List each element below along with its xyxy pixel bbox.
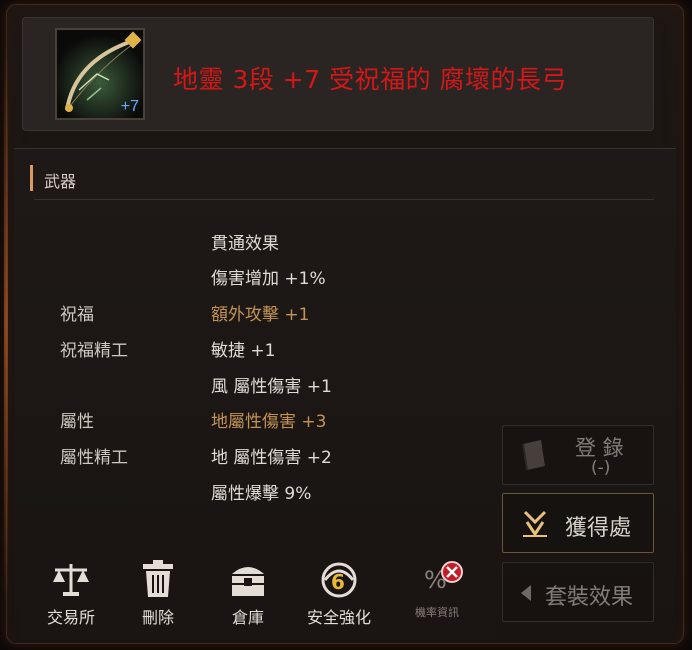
stat-value: 貫通效果 (211, 234, 279, 254)
triangle-left-icon (521, 585, 531, 601)
item-name: 地靈 3段 +7 受祝福的 腐壞的長弓 (173, 65, 568, 94)
set-effect-label: 套裝效果 (545, 585, 634, 610)
stat-value: 地 屬性傷害 +2 (211, 448, 332, 468)
item-header: +7 地靈 3段 +7 受祝福的 腐壞的長弓 (22, 17, 654, 131)
safe-enhance-badge: 6 (331, 570, 345, 594)
rate-info-label: 機率資訊 (415, 606, 459, 619)
acquisition-label: 獲得處 (565, 516, 632, 541)
delete-label: 刪除 (141, 608, 174, 627)
stat-value: 地屬性傷害 +3 (211, 412, 327, 432)
stat-name: 屬性精工 (60, 448, 128, 468)
delete-button[interactable]: 刪除 (113, 560, 203, 628)
stat-name: 祝福精工 (60, 341, 128, 361)
scale-icon (53, 564, 89, 596)
register-button[interactable]: 登 錄 (-) (502, 425, 654, 485)
stat-name: 祝福 (60, 305, 94, 325)
register-count: (-) (591, 458, 611, 478)
longbow-icon[interactable]: +7 (55, 28, 145, 120)
divider (34, 199, 654, 200)
enhance-badge: +7 (120, 98, 139, 115)
acquisition-icon (523, 510, 547, 537)
book-icon (522, 440, 545, 471)
stat-name: 屬性 (60, 412, 94, 432)
safe-enhance-button[interactable]: 6 安全強化 (294, 560, 384, 628)
warehouse-button[interactable]: 倉庫 (203, 560, 293, 628)
acquisition-button[interactable]: 獲得處 (502, 493, 654, 553)
stat-value: 敏捷 +1 (211, 341, 276, 361)
warehouse-label: 倉庫 (231, 608, 264, 627)
set-effect-button[interactable]: 套裝效果 (502, 562, 654, 622)
stat-value: 傷害增加 +1% (211, 269, 326, 289)
category-label: 武器 (44, 172, 77, 191)
exchange-label: 交易所 (46, 608, 95, 627)
trash-icon (143, 560, 173, 597)
close-icon (441, 561, 463, 583)
stat-value: 屬性爆擊 9% (211, 484, 312, 504)
category-marker (30, 165, 33, 191)
exchange-button[interactable]: 交易所 (26, 560, 116, 628)
safe-enhance-label: 安全強化 (306, 608, 371, 627)
rate-info-button[interactable]: % 機率資訊 (392, 560, 482, 620)
stat-value: 額外攻擊 +1 (211, 305, 310, 325)
stat-value: 風 屬性傷害 +1 (211, 377, 332, 397)
chest-icon (232, 567, 264, 596)
